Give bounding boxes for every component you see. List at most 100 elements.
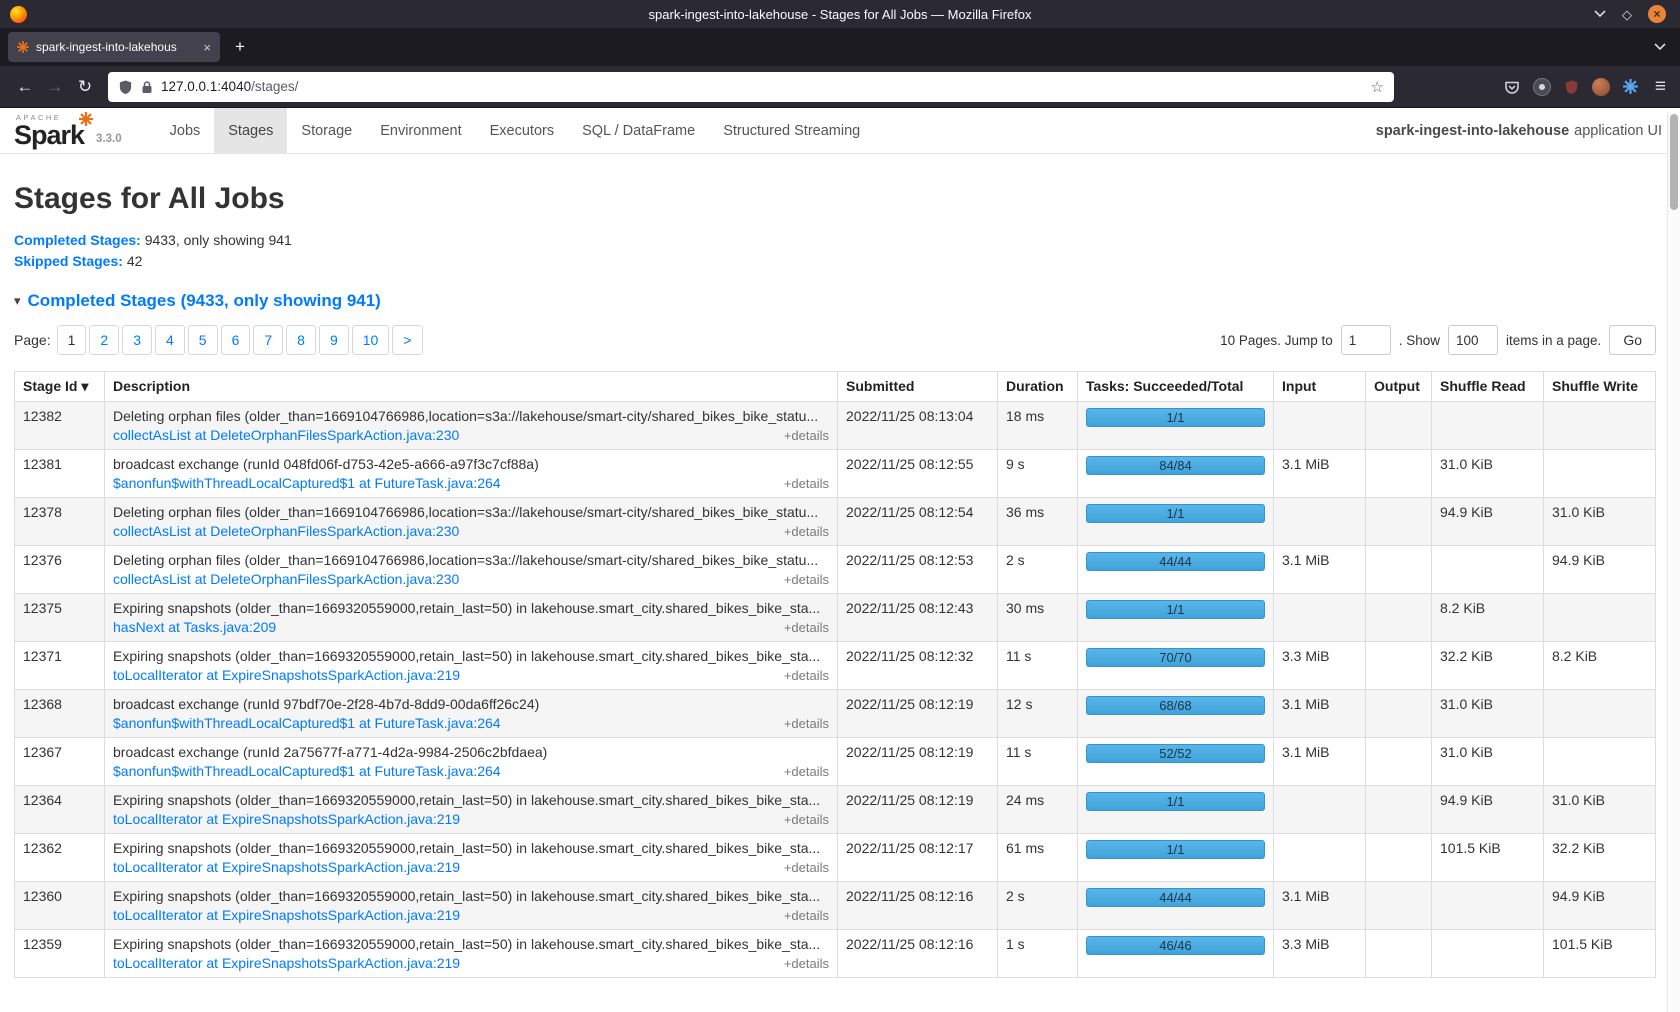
- stage-callsite-link[interactable]: collectAsList at DeleteOrphanFilesSparkA…: [113, 427, 459, 443]
- page-scrollbar[interactable]: [1667, 112, 1680, 1012]
- url-text[interactable]: 127.0.0.1:4040/stages/: [161, 79, 298, 94]
- jump-to-page-input[interactable]: [1341, 325, 1391, 355]
- scrollbar-thumb[interactable]: [1670, 114, 1678, 210]
- details-toggle[interactable]: +details: [784, 428, 829, 443]
- skipped-stages-link[interactable]: Skipped Stages:: [14, 253, 123, 269]
- details-toggle[interactable]: +details: [784, 620, 829, 635]
- details-toggle[interactable]: +details: [784, 476, 829, 491]
- extension-star-icon[interactable]: [1623, 79, 1638, 94]
- url-bar[interactable]: 127.0.0.1:4040/stages/ ☆: [108, 72, 1394, 102]
- page-button-4[interactable]: 4: [155, 325, 185, 355]
- stage-callsite-link[interactable]: toLocalIterator at ExpireSnapshotsSparkA…: [113, 811, 460, 827]
- submitted-cell: 2022/11/25 08:12:16: [838, 930, 998, 978]
- header-tasks[interactable]: Tasks: Succeeded/Total: [1078, 372, 1274, 402]
- details-toggle[interactable]: +details: [784, 524, 829, 539]
- window-maximize-icon[interactable]: ◇: [1622, 8, 1632, 21]
- header-duration[interactable]: Duration: [998, 372, 1078, 402]
- completed-stages-link[interactable]: Completed Stages:: [14, 232, 141, 248]
- input-cell: 3.1 MiB: [1274, 690, 1366, 738]
- profile-avatar-icon[interactable]: [1592, 78, 1610, 96]
- details-toggle[interactable]: +details: [784, 860, 829, 875]
- header-shuffle-read[interactable]: Shuffle Read: [1432, 372, 1544, 402]
- header-stage-id[interactable]: Stage Id ▾: [15, 372, 105, 402]
- shuffle-read-cell: 101.5 KiB: [1432, 834, 1544, 882]
- stage-callsite-link[interactable]: $anonfun$withThreadLocalCaptured$1 at Fu…: [113, 475, 501, 491]
- nav-tab-environment[interactable]: Environment: [366, 108, 475, 153]
- details-toggle[interactable]: +details: [784, 908, 829, 923]
- description-cell: Expiring snapshots (older_than=166932055…: [105, 642, 838, 690]
- header-input[interactable]: Input: [1274, 372, 1366, 402]
- details-toggle[interactable]: +details: [784, 956, 829, 971]
- reload-icon[interactable]: ↻: [70, 72, 100, 102]
- stage-callsite-link[interactable]: toLocalIterator at ExpireSnapshotsSparkA…: [113, 907, 460, 923]
- header-output[interactable]: Output: [1366, 372, 1432, 402]
- nav-tab-stages[interactable]: Stages: [214, 108, 287, 153]
- shuffle-write-cell: [1544, 594, 1656, 642]
- duration-cell: 12 s: [998, 690, 1078, 738]
- details-toggle[interactable]: +details: [784, 572, 829, 587]
- stage-callsite-link[interactable]: toLocalIterator at ExpireSnapshotsSparkA…: [113, 859, 460, 875]
- details-toggle[interactable]: +details: [784, 764, 829, 779]
- nav-tab-jobs[interactable]: Jobs: [156, 108, 215, 153]
- page-button-2[interactable]: 2: [89, 325, 119, 355]
- nav-tab-sql-dataframe[interactable]: SQL / DataFrame: [568, 108, 709, 153]
- nav-tab-storage[interactable]: Storage: [287, 108, 366, 153]
- browser-toolbar: ← → ↻ 127.0.0.1:4040/stages/ ☆ ≡: [0, 66, 1680, 108]
- page-button-3[interactable]: 3: [122, 325, 152, 355]
- tab-close-icon[interactable]: ×: [203, 40, 211, 55]
- nav-tab-structured-streaming[interactable]: Structured Streaming: [709, 108, 874, 153]
- all-tabs-icon[interactable]: [1654, 43, 1666, 51]
- page-button-1[interactable]: 1: [57, 325, 87, 355]
- forward-icon[interactable]: →: [40, 72, 70, 102]
- stage-callsite-link[interactable]: toLocalIterator at ExpireSnapshotsSparkA…: [113, 667, 460, 683]
- browser-tab[interactable]: spark-ingest-into-lakehous ×: [8, 32, 220, 62]
- description-cell: Expiring snapshots (older_than=166932055…: [105, 786, 838, 834]
- spark-logo[interactable]: APACHE Spark 3.3.0: [14, 108, 128, 153]
- stage-id-cell: 12375: [15, 594, 105, 642]
- output-cell: [1366, 642, 1432, 690]
- output-cell: [1366, 546, 1432, 594]
- page-button-8[interactable]: 8: [286, 325, 316, 355]
- header-submitted[interactable]: Submitted: [838, 372, 998, 402]
- tracking-shield-icon[interactable]: [118, 79, 133, 95]
- stage-callsite-link[interactable]: $anonfun$withThreadLocalCaptured$1 at Fu…: [113, 715, 501, 731]
- nav-tab-executors[interactable]: Executors: [476, 108, 568, 153]
- page-button-10[interactable]: 10: [352, 325, 390, 355]
- page-button-9[interactable]: 9: [319, 325, 349, 355]
- details-toggle[interactable]: +details: [784, 812, 829, 827]
- go-button[interactable]: Go: [1609, 325, 1656, 355]
- lock-icon[interactable]: [141, 80, 153, 94]
- window-close-icon[interactable]: ×: [1648, 5, 1666, 23]
- window-minimize-icon[interactable]: [1594, 10, 1606, 18]
- tasks-cell: 1/1: [1078, 786, 1274, 834]
- back-icon[interactable]: ←: [10, 72, 40, 102]
- details-toggle[interactable]: +details: [784, 668, 829, 683]
- page-button->[interactable]: >: [392, 325, 422, 355]
- stage-callsite-link[interactable]: toLocalIterator at ExpireSnapshotsSparkA…: [113, 955, 460, 971]
- extension-badge-icon[interactable]: [1533, 78, 1551, 96]
- new-tab-button[interactable]: +: [226, 33, 254, 61]
- stage-callsite-link[interactable]: collectAsList at DeleteOrphanFilesSparkA…: [113, 523, 459, 539]
- page-button-7[interactable]: 7: [253, 325, 283, 355]
- tasks-progress-bar: 1/1: [1086, 600, 1265, 619]
- items-per-page-input[interactable]: [1448, 325, 1498, 355]
- tab-title: spark-ingest-into-lakehous: [36, 40, 196, 54]
- stage-callsite-link[interactable]: $anonfun$withThreadLocalCaptured$1 at Fu…: [113, 763, 501, 779]
- duration-cell: 30 ms: [998, 594, 1078, 642]
- header-description[interactable]: Description: [105, 372, 838, 402]
- header-shuffle-write[interactable]: Shuffle Write: [1544, 372, 1656, 402]
- output-cell: [1366, 690, 1432, 738]
- completed-stages-section-header[interactable]: ▾ Completed Stages (9433, only showing 9…: [14, 291, 1656, 311]
- page-button-5[interactable]: 5: [188, 325, 218, 355]
- tasks-cell: 44/44: [1078, 882, 1274, 930]
- ublock-shield-icon[interactable]: [1564, 79, 1579, 95]
- stage-callsite-link[interactable]: hasNext at Tasks.java:209: [113, 619, 276, 635]
- details-toggle[interactable]: +details: [784, 716, 829, 731]
- bookmark-star-icon[interactable]: ☆: [1370, 78, 1383, 96]
- page-button-6[interactable]: 6: [221, 325, 251, 355]
- menu-icon[interactable]: ≡: [1655, 76, 1666, 98]
- application-suffix: application UI: [1574, 123, 1662, 139]
- submitted-cell: 2022/11/25 08:12:32: [838, 642, 998, 690]
- pocket-icon[interactable]: [1504, 79, 1520, 95]
- stage-callsite-link[interactable]: collectAsList at DeleteOrphanFilesSparkA…: [113, 571, 459, 587]
